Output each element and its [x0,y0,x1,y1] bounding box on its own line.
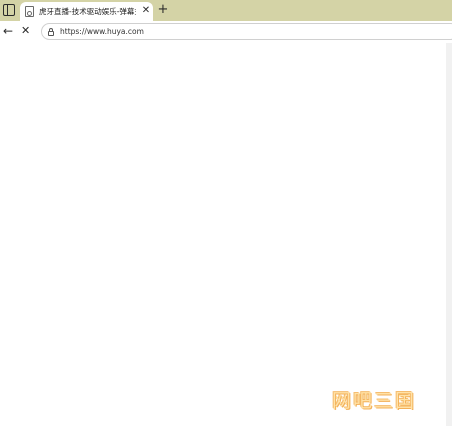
address-bar[interactable]: https://www.huya.com [41,23,452,40]
page-icon [25,6,34,17]
close-icon[interactable]: ✕ [21,24,32,38]
plus-icon[interactable]: + [157,3,169,17]
tab-actions-icon[interactable] [3,4,15,16]
tab-title: 虎牙直播-技术驱动娱乐-弹幕式互 [39,7,136,16]
lock-icon[interactable] [48,28,54,36]
url-text[interactable]: https://www.huya.com [60,26,144,38]
tab-active[interactable]: 虎牙直播-技术驱动娱乐-弹幕式互 ✕ [20,2,153,21]
close-icon[interactable]: ✕ [141,6,151,16]
watermark-logo: 网吧三国 [332,390,417,412]
arrow-left-icon[interactable]: ← [3,24,14,38]
toolbar: ← ✕ https://www.huya.com [0,21,452,43]
scrollbar[interactable] [446,43,452,426]
tab-strip: 虎牙直播-技术驱动娱乐-弹幕式互 ✕ + [0,0,452,21]
